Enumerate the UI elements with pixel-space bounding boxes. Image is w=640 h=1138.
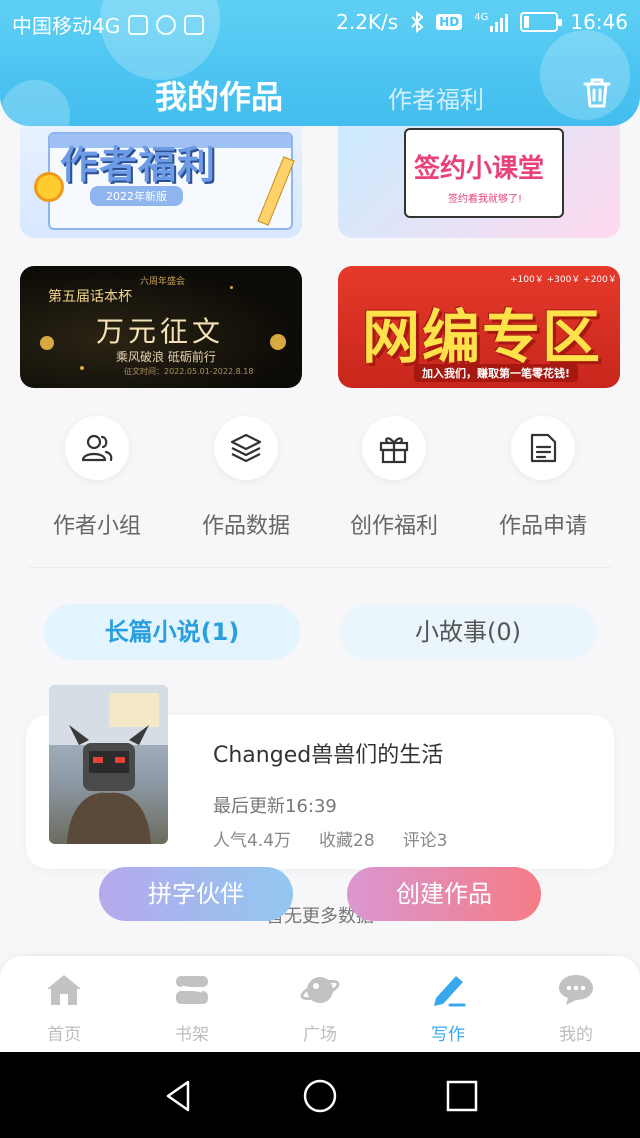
- bluetooth-icon: [411, 11, 424, 33]
- banner-author-benefits[interactable]: 作者福利 2022年新版: [20, 112, 302, 238]
- app-header: 中国移动4G 2.2K/s HD 4G 16:46 我的作品 作者福利: [0, 0, 640, 126]
- message-notification-icon: [156, 14, 177, 35]
- gallery-notification-icon: [128, 14, 149, 35]
- nav-mine[interactable]: 我的: [526, 972, 626, 1045]
- work-popularity: 人气4.4万: [213, 831, 292, 851]
- work-title[interactable]: Changed兽兽们的生活: [213, 737, 443, 769]
- no-more-data-label: 暂无更多数据: [266, 906, 374, 927]
- document-icon: [530, 433, 557, 463]
- banner-subtitle: 签约看我就够了!: [448, 194, 523, 205]
- battery-icon: [520, 12, 563, 32]
- writing-partner-button[interactable]: 拼字伙伴: [99, 867, 293, 921]
- banner-title: 签约小课堂: [414, 154, 545, 184]
- back-icon[interactable]: [160, 1078, 196, 1114]
- feature-author-group[interactable]: 作者小组: [32, 416, 162, 540]
- tab-author-benefits[interactable]: 作者福利: [388, 80, 484, 115]
- layers-icon: [230, 433, 262, 463]
- recent-apps-icon[interactable]: [444, 1078, 480, 1114]
- tab-short-story[interactable]: 小故事(0): [340, 604, 596, 660]
- feature-work-application[interactable]: 作品申请: [478, 416, 608, 540]
- banner-date: 征文时间：2022.05.01-2022.8.18: [124, 367, 254, 376]
- nav-home[interactable]: 首页: [14, 972, 114, 1045]
- signal-icon: 4G: [474, 12, 509, 32]
- banner-subtitle: 加入我们，赚取第一笔零花钱!: [414, 364, 579, 382]
- work-comments: 评论3: [402, 831, 448, 851]
- tab-my-works[interactable]: 我的作品: [155, 72, 283, 118]
- banner-title: 作者福利: [60, 143, 217, 187]
- work-cover-image[interactable]: [49, 685, 168, 844]
- banner-essay-contest[interactable]: 六周年盛会 第五届话本杯 万元征文 乘风破浪 砥砺前行 征文时间：2022.05…: [20, 266, 302, 388]
- feature-work-data[interactable]: 作品数据: [181, 416, 311, 540]
- trash-icon[interactable]: [580, 76, 614, 110]
- nav-bookshelf[interactable]: 书架: [142, 972, 242, 1045]
- banner-kicker: 六周年盛会: [140, 277, 186, 287]
- tab-long-novel[interactable]: 长篇小说(1): [44, 604, 300, 660]
- banner-editor-zone[interactable]: +100￥ +300￥ +200￥ 网编专区 加入我们，赚取第一笔零花钱!: [338, 266, 620, 388]
- nav-square[interactable]: 广场: [270, 972, 370, 1045]
- home-circle-icon[interactable]: [302, 1078, 338, 1114]
- banner-subtitle: 乘风破浪 砥砺前行: [116, 350, 216, 364]
- banner-subtitle: 2022年新版: [90, 186, 183, 206]
- work-favorites: 收藏28: [319, 831, 375, 851]
- create-work-button[interactable]: 创建作品: [347, 867, 541, 921]
- home-icon: [47, 975, 81, 1005]
- clock-illustration-icon: [34, 172, 64, 202]
- work-last-update: 最后更新16:39: [213, 796, 337, 817]
- banner-bonus: +100￥ +300￥ +200￥: [510, 275, 617, 285]
- group-icon: [81, 434, 113, 462]
- clock: 16:46: [570, 10, 628, 34]
- bookshelf-icon: [176, 976, 208, 1004]
- work-stats: 人气4.4万 收藏28 评论3: [213, 826, 448, 851]
- pen-icon: [434, 976, 466, 1007]
- banner-title: 万元征文: [96, 315, 225, 348]
- chat-icon: [559, 975, 593, 1005]
- banner-contest-name: 第五届话本杯: [48, 289, 132, 305]
- status-bar: 中国移动4G 2.2K/s HD 4G 16:46: [0, 0, 640, 46]
- banner-signing-class[interactable]: 签约小课堂 签约看我就够了!: [338, 112, 620, 238]
- system-navigation-bar: [0, 1052, 640, 1138]
- planet-icon: [300, 977, 340, 1003]
- alipay-notification-icon: [184, 14, 205, 35]
- network-speed: 2.2K/s: [336, 10, 399, 34]
- divider: [28, 567, 612, 568]
- hd-badge: HD: [436, 14, 463, 30]
- nav-writing[interactable]: 写作: [398, 972, 498, 1045]
- carrier-label: 中国移动4G: [12, 14, 121, 38]
- bottom-navigation: 首页 书架 广场 写作 我的: [0, 956, 640, 1052]
- gift-icon: [379, 437, 409, 464]
- feature-creation-benefits[interactable]: 创作福利: [329, 416, 459, 540]
- banner-title: 网编专区: [362, 303, 603, 371]
